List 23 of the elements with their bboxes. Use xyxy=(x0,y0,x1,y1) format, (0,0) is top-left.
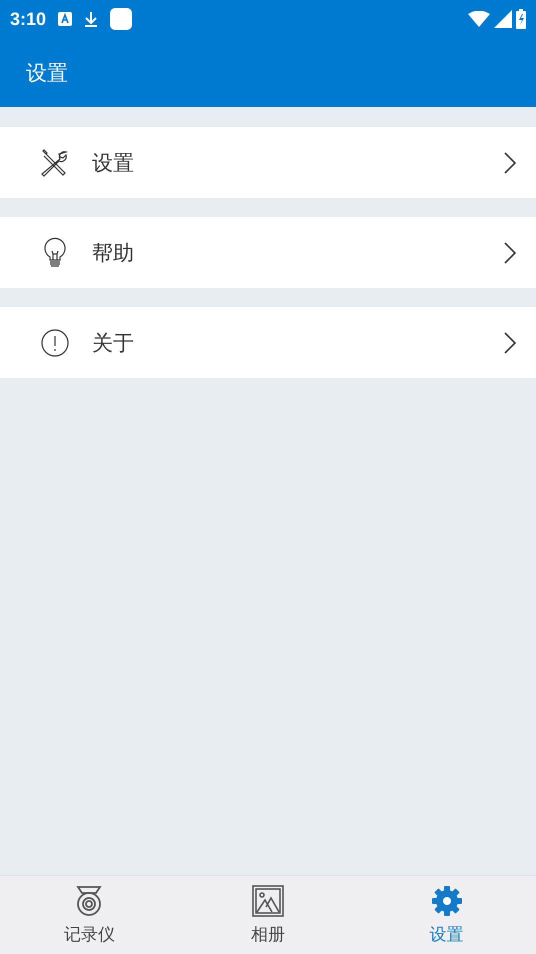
camera-icon xyxy=(75,884,104,916)
menu-item[interactable]: 设置 xyxy=(0,127,536,198)
wifi-icon xyxy=(468,11,490,27)
nav-tab[interactable]: 相册 xyxy=(178,876,358,954)
keyboard-notification-icon xyxy=(58,12,72,26)
light-bulb-icon xyxy=(42,236,68,268)
page-title: 设置 xyxy=(26,60,68,86)
chevron-right-icon xyxy=(504,332,516,354)
info-icon xyxy=(40,328,70,358)
settings-icon xyxy=(430,884,463,916)
chevron-right-icon xyxy=(504,152,516,174)
battery-icon xyxy=(516,9,526,29)
signal-icon xyxy=(494,10,512,28)
status-time: 3:10 xyxy=(10,8,46,30)
tools-icon xyxy=(40,148,70,176)
menu-item[interactable]: 帮助 xyxy=(0,217,536,288)
menu-item[interactable]: 关于 xyxy=(0,307,536,378)
download-icon xyxy=(84,11,98,27)
nav-tab[interactable]: 记录仪 xyxy=(0,876,179,954)
nav-tab[interactable]: 设置 xyxy=(357,876,536,954)
app-notification-icon xyxy=(110,8,132,30)
chevron-right-icon xyxy=(504,242,516,264)
picture-icon xyxy=(252,884,284,916)
